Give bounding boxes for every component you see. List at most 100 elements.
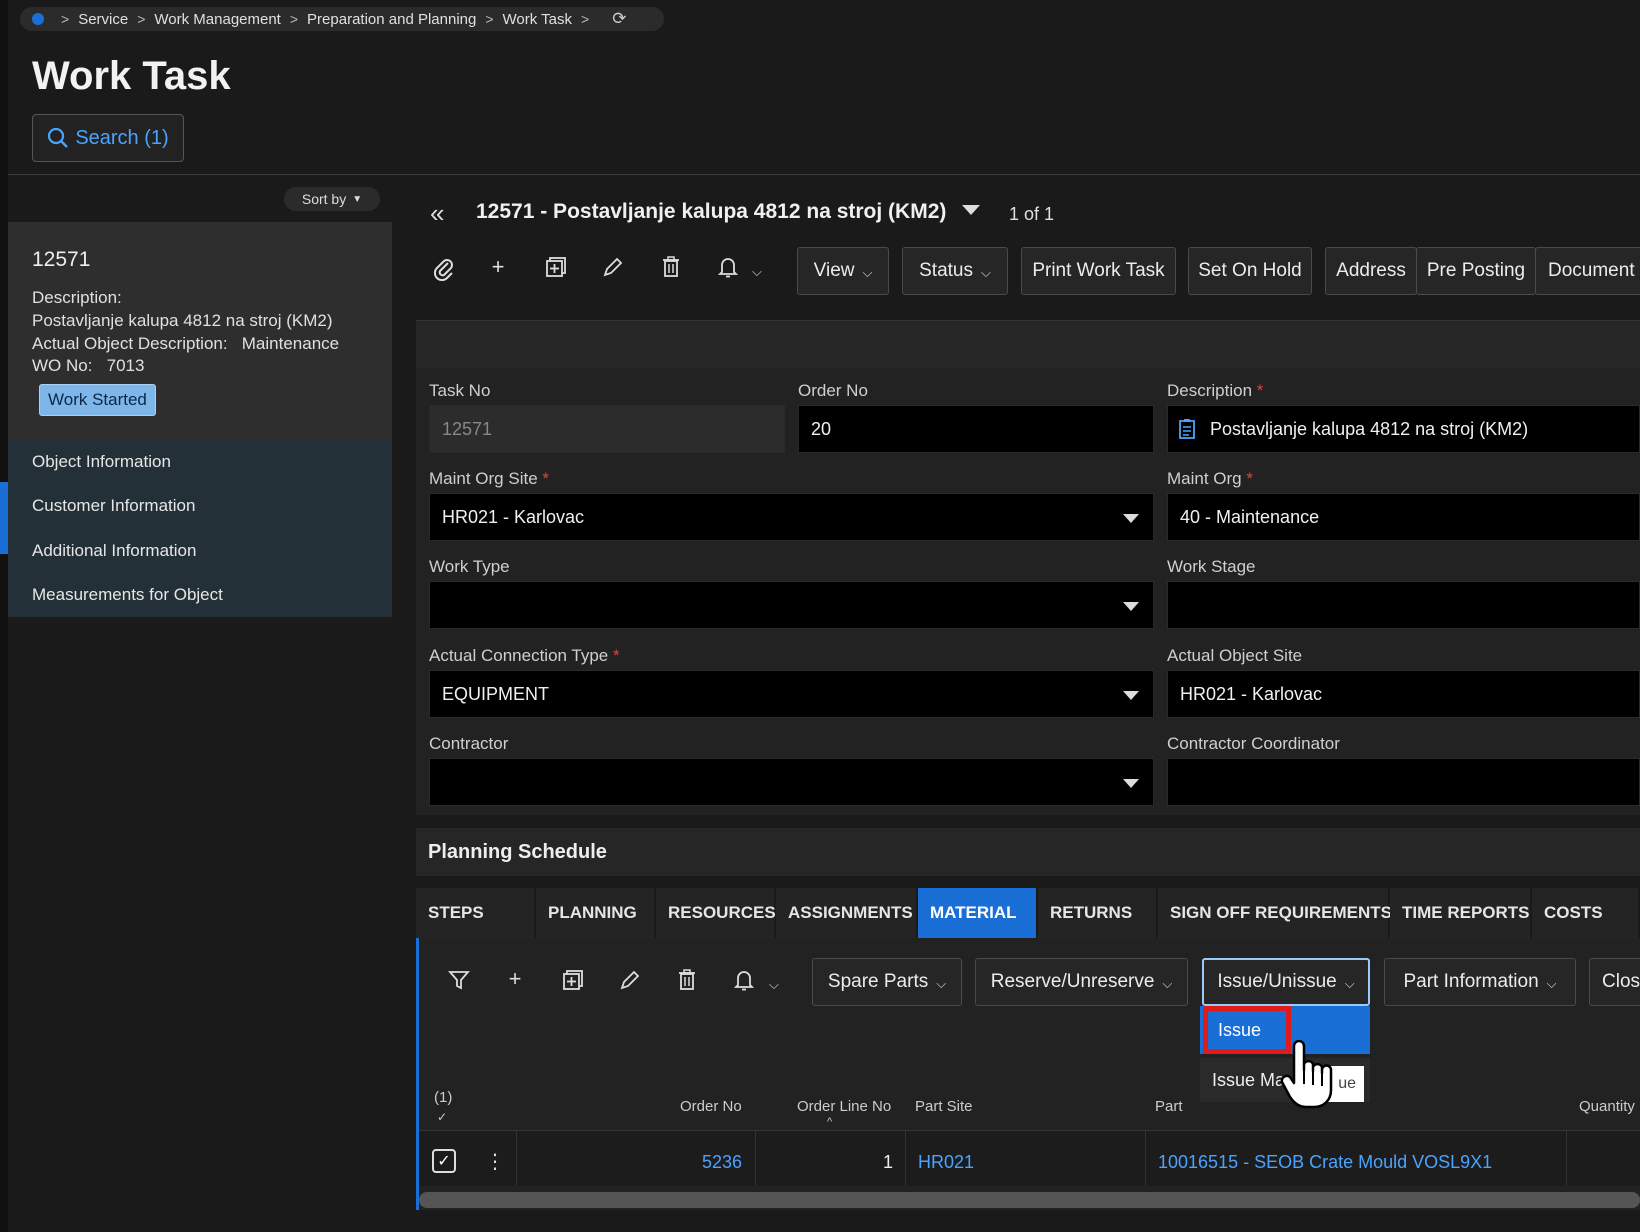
nav-measurements[interactable]: Measurements for Object <box>32 585 223 605</box>
nav-customer-information[interactable]: Customer Information <box>32 496 195 516</box>
part-information-button[interactable]: Part Information ⌵ <box>1384 958 1576 1006</box>
notes-icon[interactable] <box>1178 418 1196 445</box>
tab-assignments[interactable]: ASSIGNMENTS <box>776 888 918 938</box>
tab-sign-off-requirements[interactable]: SIGN OFF REQUIREMENTS <box>1158 888 1392 938</box>
set-on-hold-button[interactable]: Set On Hold <box>1188 247 1312 295</box>
chevron-right-icon: > <box>289 11 299 27</box>
add-icon[interactable]: + <box>483 254 513 280</box>
connection-type-label: Actual Connection Type * <box>429 646 620 666</box>
record-card[interactable]: 12571 Description: Postavljanje kalupa 4… <box>8 222 392 440</box>
connection-type-label-text: Actual Connection Type <box>429 646 609 665</box>
hand-cursor-icon <box>1280 1039 1334 1115</box>
tab-resources[interactable]: RESOURCES <box>656 888 776 938</box>
col-part[interactable]: Part <box>1155 1098 1183 1115</box>
object-site-field[interactable]: HR021 - Karlovac <box>1167 670 1640 718</box>
edit-icon[interactable] <box>615 969 645 997</box>
delete-icon[interactable] <box>672 969 702 997</box>
reserve-unreserve-button[interactable]: Reserve/Unreserve ⌵ <box>975 958 1188 1006</box>
delete-icon[interactable] <box>656 256 686 284</box>
row-order-no-link[interactable]: 5236 <box>702 1152 742 1173</box>
tab-costs[interactable]: COSTS <box>1532 888 1640 938</box>
view-button[interactable]: View ⌵ <box>797 247 889 295</box>
breadcrumb-service[interactable]: Service <box>78 11 128 28</box>
object-site-label: Actual Object Site <box>1167 646 1303 665</box>
order-no-field[interactable]: 20 <box>798 405 1154 453</box>
select-all-check-icon[interactable]: ✓ <box>437 1110 447 1124</box>
nav-object-information[interactable]: Object Information <box>32 452 171 472</box>
spare-parts-button[interactable]: Spare Parts ⌵ <box>812 958 962 1006</box>
tab-steps[interactable]: STEPS <box>416 888 536 938</box>
connection-type-select[interactable]: EQUIPMENT <box>429 670 1154 718</box>
breadcrumb-work-management[interactable]: Work Management <box>154 11 280 28</box>
print-work-task-button[interactable]: Print Work Task <box>1021 247 1176 295</box>
issue-unissue-label: Issue/Unissue <box>1217 971 1337 992</box>
col-order-line-no[interactable]: Order Line No <box>797 1098 891 1115</box>
attachment-icon[interactable] <box>429 257 459 287</box>
maint-org-site-select[interactable]: HR021 - Karlovac <box>429 493 1154 541</box>
search-button[interactable]: Search (1) <box>32 114 184 162</box>
planning-schedule-header[interactable]: Planning Schedule <box>416 828 1640 876</box>
selected-count: (1) <box>434 1089 453 1106</box>
left-edge-strip <box>0 0 8 1232</box>
card-wo: WO No: 7013 <box>32 356 144 376</box>
reserve-unreserve-label: Reserve/Unreserve <box>990 971 1155 992</box>
tab-planning[interactable]: PLANNING <box>536 888 656 938</box>
home-icon[interactable] <box>32 13 44 25</box>
bell-icon[interactable] <box>713 256 743 284</box>
part-information-label: Part Information <box>1403 971 1539 992</box>
duplicate-icon[interactable] <box>558 969 588 997</box>
duplicate-icon[interactable] <box>541 256 571 284</box>
maint-org-label: Maint Org * <box>1167 469 1253 489</box>
filter-icon[interactable] <box>444 969 474 997</box>
required-marker: * <box>1256 381 1264 400</box>
pre-posting-button[interactable]: Pre Posting <box>1416 247 1536 295</box>
connection-type-value: EQUIPMENT <box>442 683 550 704</box>
row-menu-icon[interactable]: ⋮ <box>485 1149 505 1174</box>
tab-returns[interactable]: RETURNS <box>1038 888 1158 938</box>
maint-org-field[interactable]: 40 - Maintenance <box>1167 493 1640 541</box>
menu-item-issue[interactable]: Issue <box>1203 1006 1291 1054</box>
tab-material[interactable]: MATERIAL <box>918 888 1038 938</box>
horizontal-scrollbar[interactable] <box>419 1192 1640 1208</box>
chevron-down-icon: ⌵ <box>981 265 991 280</box>
address-button[interactable]: Address <box>1325 247 1417 295</box>
chevron-down-icon[interactable]: ⌵ <box>752 264 762 280</box>
order-no-label: Order No <box>798 381 868 400</box>
nav-selection-indicator <box>0 482 8 554</box>
contractor-select[interactable] <box>429 758 1154 806</box>
close-button[interactable]: Close <box>1589 958 1640 1006</box>
col-divider <box>1566 1131 1567 1186</box>
col-quantity[interactable]: Quantity <box>1579 1098 1635 1115</box>
collapse-panel-icon[interactable]: « <box>430 198 444 229</box>
work-stage-field[interactable] <box>1167 581 1640 629</box>
description-field[interactable]: Postavljanje kalupa 4812 na stroj (KM2) <box>1167 405 1640 453</box>
add-icon[interactable]: + <box>500 966 530 992</box>
description-value: Postavljanje kalupa 4812 na stroj (KM2) <box>1210 418 1529 439</box>
bell-icon[interactable] <box>729 969 759 997</box>
row-checkbox[interactable]: ✓ <box>432 1149 456 1173</box>
chevron-down-icon[interactable]: ⌵ <box>769 977 779 993</box>
record-selector-icon[interactable] <box>962 205 980 215</box>
row-part-site-link[interactable]: HR021 <box>918 1152 974 1173</box>
breadcrumb-work-task[interactable]: Work Task <box>503 11 572 28</box>
breadcrumb-preparation[interactable]: Preparation and Planning <box>307 11 476 28</box>
status-button[interactable]: Status ⌵ <box>902 247 1008 295</box>
nav-additional-information[interactable]: Additional Information <box>32 541 196 561</box>
status-badge: Work Started <box>39 384 156 416</box>
col-order-no[interactable]: Order No <box>680 1098 742 1115</box>
sort-by-button[interactable]: Sort by ▼ <box>284 187 380 211</box>
chevron-right-icon: > <box>581 11 590 27</box>
document-button[interactable]: Document <box>1535 247 1640 295</box>
status-button-label: Status <box>919 260 973 281</box>
tab-time-reports[interactable]: TIME REPORTS <box>1390 888 1532 938</box>
col-part-site[interactable]: Part Site <box>915 1098 973 1115</box>
sort-by-label: Sort by <box>301 191 347 207</box>
work-type-select[interactable] <box>429 581 1154 629</box>
required-marker: * <box>1246 469 1253 488</box>
edit-icon[interactable] <box>598 256 628 284</box>
col-divider <box>516 1131 517 1186</box>
contractor-coordinator-field[interactable] <box>1167 758 1640 806</box>
refresh-icon[interactable]: ⟳ <box>612 9 626 29</box>
issue-unissue-button[interactable]: Issue/Unissue ⌵ <box>1202 958 1370 1006</box>
row-part-link[interactable]: 10016515 - SEOB Crate Mould VOSL9X1 <box>1158 1152 1492 1173</box>
